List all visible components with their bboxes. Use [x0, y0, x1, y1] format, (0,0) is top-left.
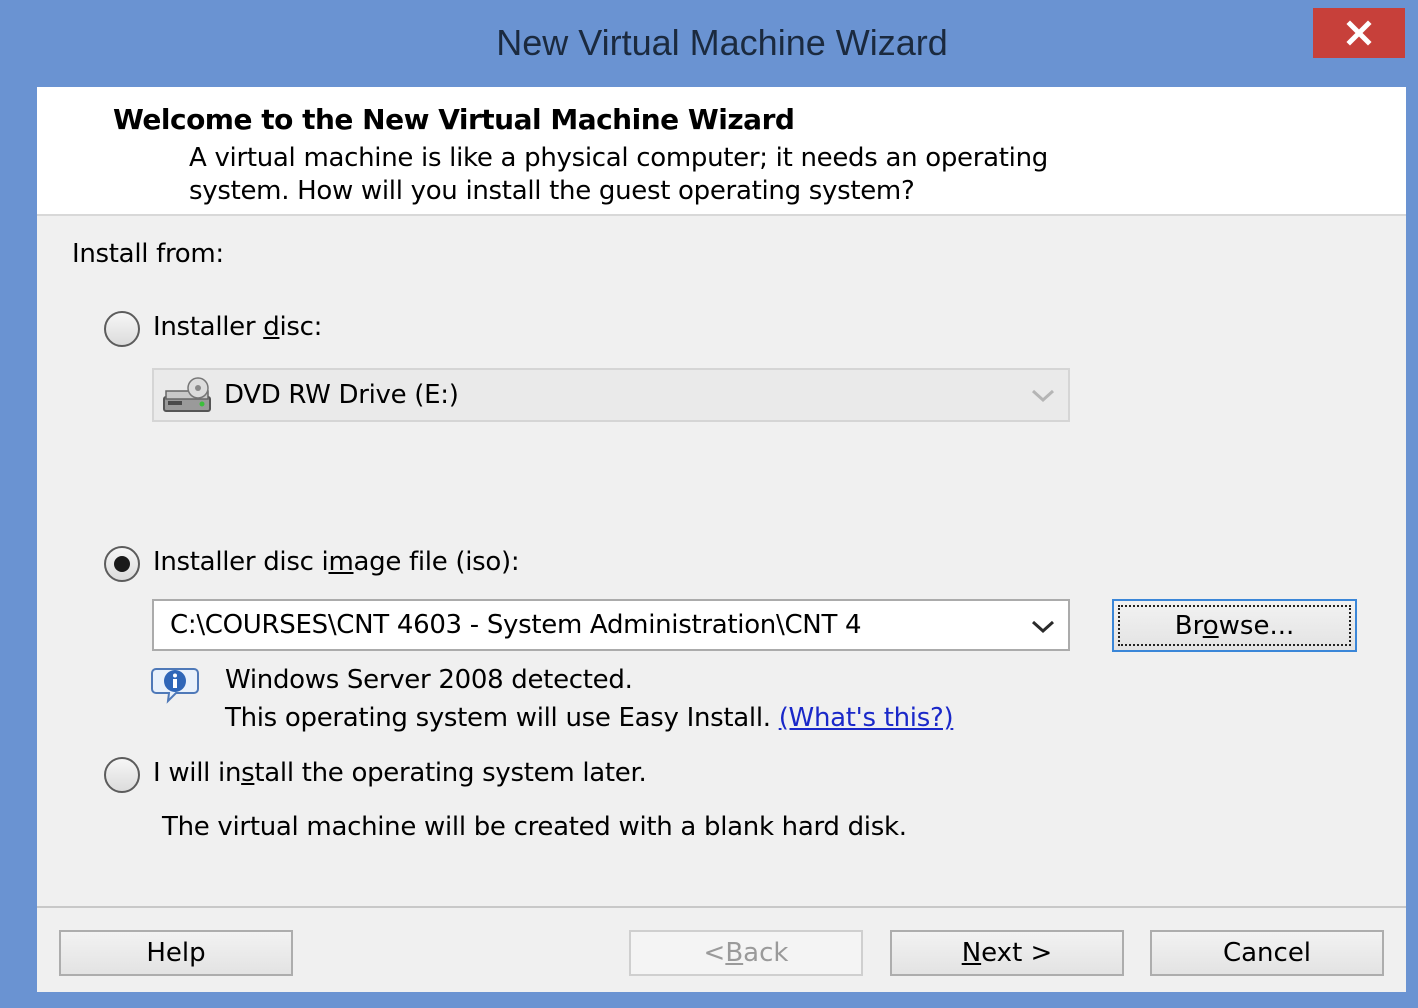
easy-install-text: This operating system will use Easy Inst…	[225, 703, 954, 733]
radio-selected-dot	[114, 556, 130, 572]
wizard-body: Welcome to the New Virtual Machine Wizar…	[37, 87, 1406, 992]
iso-path-value[interactable]: C:\COURSES\CNT 4603 - System Administrat…	[170, 610, 1020, 640]
close-icon	[1346, 20, 1372, 46]
header-description-line-2: system. How will you install the guest o…	[189, 176, 915, 206]
header-description-line-1: A virtual machine is like a physical com…	[189, 143, 1048, 173]
title-bar[interactable]: New Virtual Machine Wizard	[0, 0, 1418, 88]
wizard-header: Welcome to the New Virtual Machine Wizar…	[37, 87, 1406, 216]
iso-image-label[interactable]: Installer disc image file (iso):	[153, 547, 520, 577]
installer-disc-dropdown: DVD RW Drive (E:)	[152, 368, 1070, 422]
back-button: < Back	[629, 930, 863, 976]
iso-image-radio[interactable]	[104, 546, 140, 582]
whats-this-link[interactable]: (What's this?)	[779, 703, 954, 733]
chevron-down-icon[interactable]	[1030, 619, 1056, 635]
help-button[interactable]: Help	[59, 930, 293, 976]
install-later-radio[interactable]	[104, 757, 140, 793]
blank-disk-description: The virtual machine will be created with…	[162, 812, 907, 842]
installer-disc-label[interactable]: Installer disc:	[153, 312, 322, 342]
installer-disc-radio[interactable]	[104, 311, 140, 347]
window-title: New Virtual Machine Wizard	[496, 22, 948, 63]
footer-divider	[37, 906, 1406, 908]
install-from-label: Install from:	[72, 239, 224, 269]
header-description: A virtual machine is like a physical com…	[189, 142, 1269, 208]
focus-ring	[1118, 605, 1351, 646]
wizard-window: New Virtual Machine Wizard Welcome to th…	[0, 0, 1418, 1008]
os-detected-text: Windows Server 2008 detected.	[225, 665, 633, 695]
browse-button[interactable]: Browse...	[1112, 599, 1357, 652]
chevron-down-icon	[1031, 389, 1055, 403]
close-button[interactable]	[1313, 8, 1405, 58]
header-title: Welcome to the New Virtual Machine Wizar…	[113, 103, 795, 136]
dvd-drive-icon	[162, 377, 214, 419]
iso-path-combobox[interactable]: C:\COURSES\CNT 4603 - System Administrat…	[152, 599, 1070, 651]
drive-value: DVD RW Drive (E:)	[224, 380, 459, 410]
install-later-label[interactable]: I will install the operating system late…	[153, 758, 647, 788]
cancel-button[interactable]: Cancel	[1150, 930, 1384, 976]
info-icon	[150, 665, 200, 709]
next-button[interactable]: Next >	[890, 930, 1124, 976]
